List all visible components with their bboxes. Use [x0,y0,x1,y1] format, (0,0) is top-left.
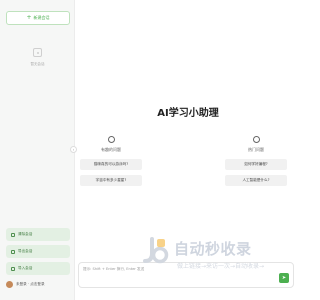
export-chat-label: 导出会话 [18,249,33,253]
user-info[interactable]: 未登录 · 点击登录 [6,281,45,288]
right-column-label: 热门问题 [248,147,264,152]
page-title: AI学习小助理 [157,108,219,119]
chevron-left-icon: ‹ [72,147,75,152]
suggestion-item[interactable]: 宇宙中有多少星星? [80,175,142,186]
logo-icon [143,237,169,264]
right-suggestion-column: 热门问题 如何学好编程? 人工智能是什么? [221,136,291,186]
suggestion-item[interactable]: 猫咪真的可以游泳吗? [80,159,142,170]
avatar [6,281,13,288]
fire-icon [252,136,260,143]
empty-state-text: 暂无会话 [30,62,45,66]
empty-state: 暂无会话 [0,48,75,67]
user-name: 未登录 · 点击登录 [16,282,45,286]
watermark-title: 自动秒收录 [174,240,252,258]
input-placeholder: 提示: Shift + Enter 换行, Enter 发送 [83,267,145,271]
import-chat-button[interactable]: 导入会话 [6,262,70,275]
sidebar: + 新建会话 暂无会话 清除会话 导出会话 导入会话 未登录 · 点击登录 [0,0,75,300]
new-chat-button[interactable]: + 新建会话 [6,11,70,25]
watermark: 自动秒收录 做上链接→来访一次→自动收录→ [140,236,290,278]
import-icon [11,266,15,271]
clear-chat-label: 清除会话 [18,232,33,236]
new-chat-label: 新建会话 [33,15,50,20]
import-chat-label: 导入会话 [18,266,33,270]
plus-icon: + [26,14,32,21]
suggestion-item[interactable]: 如何学好编程? [225,159,287,170]
main-panel: AI学习小助理 有趣的问题 猫咪真的可以游泳吗? 宇宙中有多少星星? 热门问题 … [76,0,300,300]
export-icon [11,249,15,254]
watermark-subtitle: 做上链接→来访一次→自动收录→ [177,263,265,270]
empty-box-icon [33,48,42,57]
lightbulb-icon [107,136,115,143]
suggestion-item[interactable]: 人工智能是什么? [225,175,287,186]
export-chat-button[interactable]: 导出会话 [6,245,70,258]
left-suggestion-column: 有趣的问题 猫咪真的可以游泳吗? 宇宙中有多少星星? [76,136,146,186]
left-column-label: 有趣的问题 [101,147,121,152]
trash-icon [11,232,15,237]
clear-chat-button[interactable]: 清除会话 [6,228,70,241]
